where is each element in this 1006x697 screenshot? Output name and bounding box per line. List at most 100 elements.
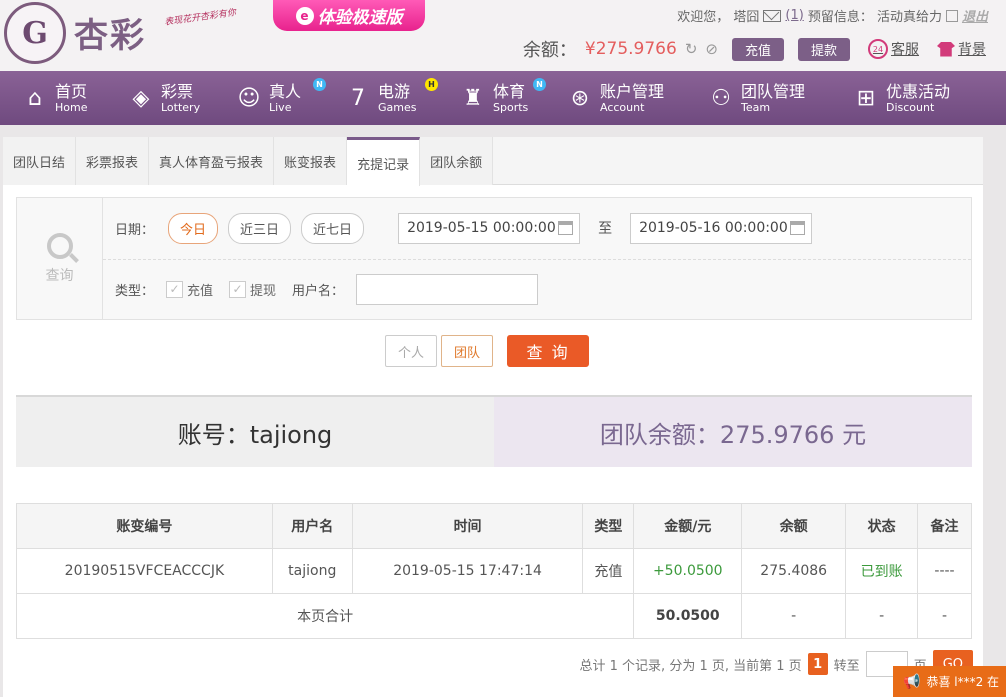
- last-3-days-button[interactable]: 近三日: [228, 212, 292, 244]
- promo-fast-version-button[interactable]: e 体验极速版: [273, 0, 425, 31]
- date-row: 日期： 今日 近三日 近七日 2019-05-15 00:00:00 至 201…: [115, 210, 813, 246]
- service-label: 客服: [891, 42, 919, 58]
- promo-label: 体验极速版: [317, 8, 403, 28]
- type-label: 类型：: [115, 283, 155, 299]
- goto-label: 转至: [833, 658, 860, 674]
- hide-balance-eye-icon[interactable]: ⊘: [705, 40, 718, 58]
- last-7-days-button[interactable]: 近七日: [301, 212, 365, 244]
- column-header: 状态: [845, 503, 919, 549]
- date-label: 日期：: [115, 222, 155, 238]
- nav-label: 优惠活动: [886, 81, 951, 101]
- withdraw-button[interactable]: 提款: [797, 37, 850, 61]
- nav-sublabel: Live: [269, 100, 292, 114]
- slot-7-icon: 7: [351, 85, 365, 111]
- edit-icon[interactable]: [945, 9, 958, 22]
- page-total-note: -: [917, 593, 972, 639]
- deposit-button[interactable]: 充值: [731, 37, 784, 61]
- nav-label: 体育: [493, 81, 526, 101]
- username-input[interactable]: [356, 273, 539, 305]
- column-header: 类型: [582, 503, 635, 549]
- team-balance-total: 团队余额：275.9766 元: [494, 397, 972, 467]
- logo-slogan: 表现花开杏彩有你: [163, 8, 237, 28]
- page-total-label: 本页合计: [15, 593, 635, 639]
- nav-item-home[interactable]: ⌂ 首页 Home: [22, 71, 128, 125]
- nav-item-account[interactable]: ⊛ 账户管理 Account: [567, 71, 708, 125]
- nav-sublabel: Lottery: [161, 100, 201, 114]
- nav-sublabel: Team: [741, 100, 771, 114]
- time-cell: 2019-05-15 17:47:14: [351, 548, 584, 594]
- current-page-button[interactable]: 1: [807, 653, 828, 675]
- lottery-ticket-icon: ◈: [132, 85, 150, 111]
- calendar-icon[interactable]: [558, 221, 574, 235]
- logout-link[interactable]: 退出: [962, 6, 988, 25]
- calendar-icon[interactable]: [790, 221, 806, 235]
- tab-account-change-report[interactable]: 账变报表: [274, 137, 348, 185]
- mail-icon[interactable]: [763, 9, 782, 22]
- nav-label: 账户管理: [600, 81, 665, 101]
- table-header-row: 账变编号 用户名 时间 类型 金额/元 余额 状态 备注: [16, 503, 972, 549]
- hot-badge: H: [425, 78, 438, 91]
- report-tabs: 团队日结 彩票报表 真人体育盈亏报表 账变报表 充提记录 团队余额: [3, 137, 983, 186]
- query-button[interactable]: 查 询: [507, 335, 590, 367]
- end-date-value: 2019-05-16 00:00:00: [639, 220, 788, 236]
- background-label: 背景: [958, 42, 986, 58]
- nav-sublabel: Games: [378, 100, 417, 114]
- shirt-icon: [937, 41, 955, 57]
- search-icon: [46, 232, 73, 259]
- tab-team-balance[interactable]: 团队余额: [420, 137, 494, 185]
- new-badge: N: [313, 78, 326, 91]
- column-header: 账变编号: [16, 503, 273, 549]
- nav-label: 团队管理: [741, 81, 806, 101]
- notification-text: 恭喜 l***2 在: [926, 675, 1000, 689]
- nav-item-games[interactable]: 7 电游 Games H: [345, 71, 460, 125]
- nav-item-live[interactable]: ☺ 真人 Live N: [236, 71, 345, 125]
- trophy-icon: ♜: [463, 85, 483, 111]
- background-link[interactable]: 背景: [937, 39, 986, 59]
- column-header: 备注: [917, 503, 972, 549]
- column-header: 用户名: [271, 503, 353, 549]
- record-id-cell: 20190515VFCEACCCJK: [16, 548, 273, 594]
- query-side-label: 查询: [17, 198, 103, 319]
- page-total-amount: 50.0500: [633, 593, 743, 639]
- nav-sublabel: Sports: [493, 100, 529, 114]
- customer-service-link[interactable]: 24 客服: [868, 39, 919, 59]
- checkbox-check-icon: ✓: [229, 280, 247, 298]
- tab-deposit-withdraw-records[interactable]: 充提记录: [347, 137, 421, 186]
- start-date-input[interactable]: 2019-05-15 00:00:00: [398, 212, 581, 244]
- nav-item-team[interactable]: ⚇ 团队管理 Team: [708, 71, 853, 125]
- start-date-value: 2019-05-15 00:00:00: [407, 220, 556, 236]
- end-date-input[interactable]: 2019-05-16 00:00:00: [630, 212, 813, 244]
- note-cell: ----: [917, 548, 972, 594]
- tab-team-daily[interactable]: 团队日结: [3, 137, 77, 185]
- deposit-checkbox[interactable]: ✓ 充值: [166, 280, 213, 299]
- column-header: 余额: [741, 503, 847, 549]
- dealer-icon: ☺: [237, 85, 261, 111]
- checkbox-check-icon: ✓: [166, 280, 184, 298]
- query-actions: 个人 团队 查 询: [385, 335, 590, 367]
- date-range-separator: 至: [598, 221, 613, 237]
- query-label: 查询: [45, 267, 74, 284]
- logo-text: 杏彩: [74, 16, 146, 56]
- account-name: 账号：tajiong: [16, 397, 494, 467]
- row-divider: [103, 259, 971, 260]
- withdraw-checkbox[interactable]: ✓ 提现: [229, 280, 276, 299]
- refresh-icon[interactable]: ↻: [685, 40, 698, 58]
- today-button[interactable]: 今日: [168, 212, 219, 244]
- tab-lottery-report[interactable]: 彩票报表: [76, 137, 150, 185]
- personal-button[interactable]: 个人: [385, 335, 438, 367]
- balance-line: 余额： ¥275.9766 ↻ ⊘ 充值 提款 24 客服 背景: [523, 36, 986, 62]
- tab-live-sports-report[interactable]: 真人体育盈亏报表: [149, 137, 275, 185]
- team-button[interactable]: 团队: [441, 335, 494, 367]
- nav-label: 彩票: [161, 81, 194, 101]
- nav-item-discount[interactable]: ⊞ 优惠活动 Discount: [853, 71, 983, 125]
- site-logo[interactable]: G 杏彩 表现花开杏彩有你: [4, 2, 237, 64]
- table-row: 20190515VFCEACCCJK tajiong 2019-05-15 17…: [16, 548, 972, 594]
- column-header: 金额/元: [633, 503, 743, 549]
- winner-notification[interactable]: 📢 恭喜 l***2 在: [893, 666, 1006, 697]
- main-nav: ⌂ 首页 Home ◈ 彩票 Lottery ☺ 真人 Live N 7 电游 Game…: [0, 71, 1006, 125]
- nav-item-lottery[interactable]: ◈ 彩票 Lottery: [128, 71, 236, 125]
- mail-count-link[interactable]: (1): [785, 8, 803, 23]
- nav-item-sports[interactable]: ♜ 体育 Sports N: [460, 71, 567, 125]
- page-total-status: -: [845, 593, 919, 639]
- account-gear-icon: ⊛: [570, 85, 590, 111]
